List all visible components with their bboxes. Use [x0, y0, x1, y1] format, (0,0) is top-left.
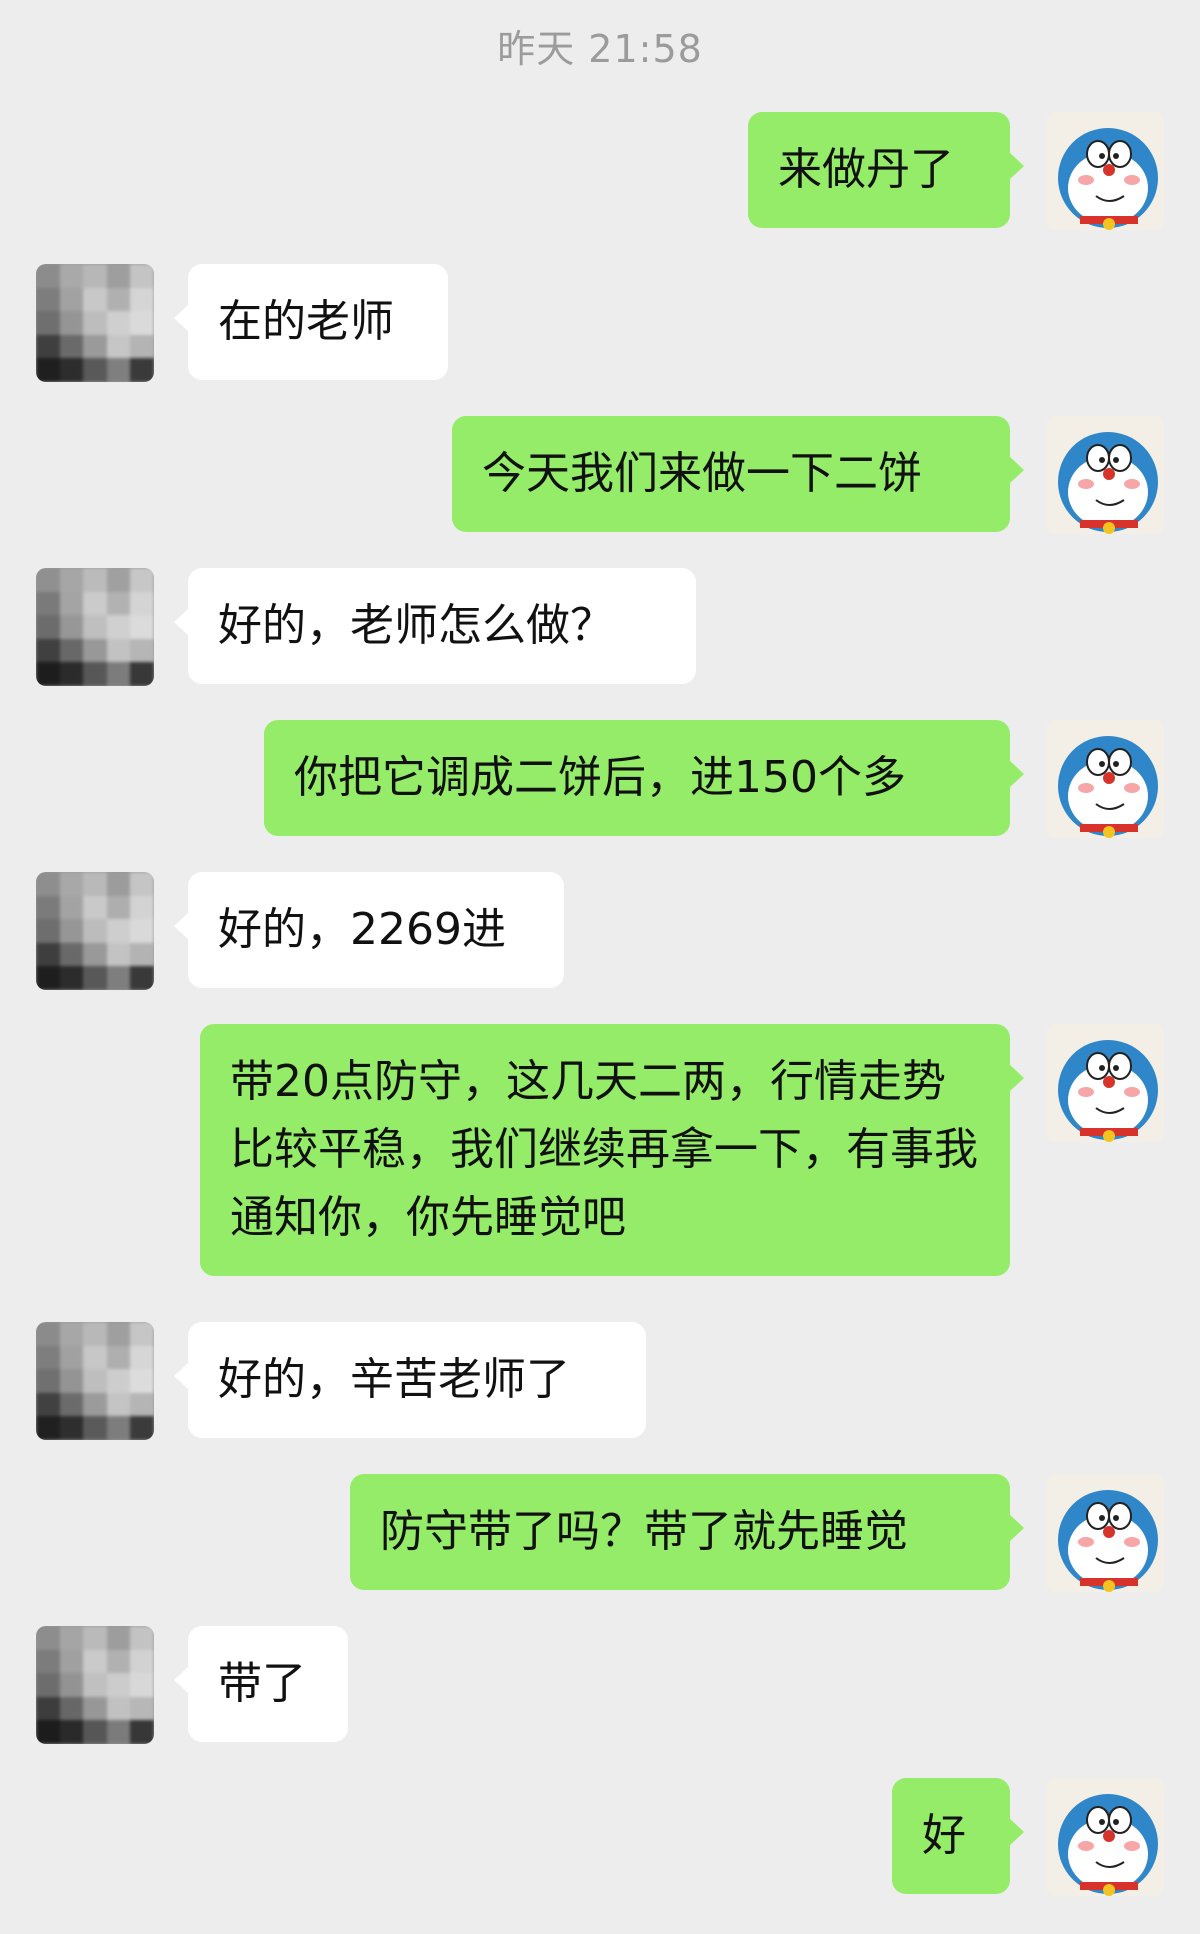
pixelated-avatar-icon[interactable]	[36, 568, 154, 686]
message-bubble-self[interactable]: 防守带了吗？带了就先睡觉	[350, 1474, 1024, 1590]
pixelated-avatar-icon[interactable]	[36, 264, 154, 382]
message-bubble-self[interactable]: 今天我们来做一下二饼	[452, 416, 1024, 532]
doraemon-avatar-icon[interactable]	[1046, 416, 1164, 534]
message-bubble-other[interactable]: 好的，辛苦老师了	[174, 1322, 646, 1438]
timestamp: 昨天 21:58	[497, 27, 703, 71]
doraemon-avatar-icon[interactable]	[1046, 1474, 1164, 1592]
message-bubble-self[interactable]: 来做丹了	[748, 112, 1024, 228]
doraemon-avatar-icon[interactable]	[1046, 112, 1164, 230]
pixelated-avatar-icon[interactable]	[36, 1322, 154, 1440]
pixelated-avatar-icon[interactable]	[36, 872, 154, 990]
message-bubble-self[interactable]: 好	[892, 1778, 1024, 1894]
message-bubble-other[interactable]: 好的，老师怎么做？	[174, 568, 696, 684]
doraemon-icon	[1046, 416, 1164, 534]
doraemon-avatar-icon[interactable]	[1046, 1024, 1164, 1142]
doraemon-avatar-icon[interactable]	[1046, 1778, 1164, 1896]
message-bubble-other[interactable]: 带了	[174, 1626, 348, 1742]
doraemon-icon	[1046, 1474, 1164, 1592]
message-bubble-self[interactable]: 带20点防守，这几天二两，行情走势比较平稳，我们继续再拿一下，有事我通知你，你先…	[200, 1024, 1024, 1276]
doraemon-icon	[1046, 720, 1164, 838]
doraemon-icon	[1046, 112, 1164, 230]
message-bubble-self[interactable]: 你把它调成二饼后，进150个多	[264, 720, 1024, 836]
doraemon-avatar-icon[interactable]	[1046, 720, 1164, 838]
doraemon-icon	[1046, 1778, 1164, 1896]
chat-window: 昨天 21:58 来做丹了 在的老师 今天我们来做一下二饼 好的，老师怎么做？ …	[0, 0, 1200, 1934]
message-bubble-other[interactable]: 在的老师	[174, 264, 448, 380]
doraemon-icon	[1046, 1024, 1164, 1142]
pixelated-avatar-icon[interactable]	[36, 1626, 154, 1744]
message-bubble-other[interactable]: 好的，2269进	[174, 872, 564, 988]
